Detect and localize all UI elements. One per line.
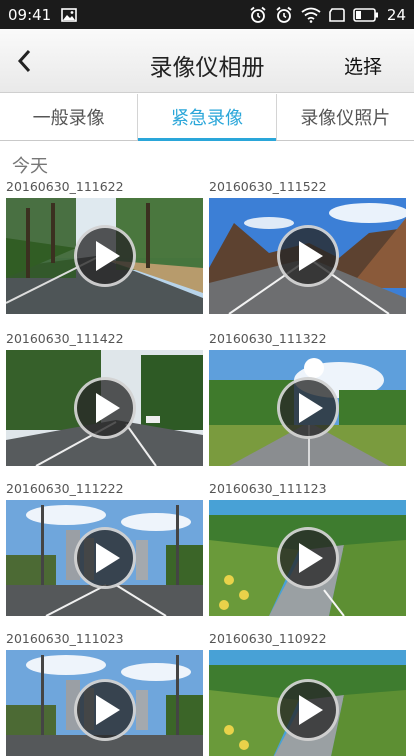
video-item[interactable]: 20160630_111622 xyxy=(6,178,203,314)
play-icon[interactable] xyxy=(276,225,339,287)
video-thumbnail[interactable] xyxy=(209,350,406,466)
video-name: 20160630_111123 xyxy=(209,481,327,496)
video-thumbnail[interactable] xyxy=(6,650,203,756)
chevron-left-icon xyxy=(17,49,31,73)
nav-bar: 录像仪相册 选择 xyxy=(0,29,414,93)
section-header: 今天 xyxy=(12,156,48,177)
select-button[interactable]: 选择 xyxy=(344,52,382,79)
battery-icon xyxy=(353,7,379,22)
tab-emergency-recording[interactable]: 紧急录像 xyxy=(138,94,277,141)
status-time: 09:41 xyxy=(8,5,52,24)
image-icon xyxy=(61,7,78,22)
play-icon[interactable] xyxy=(276,679,339,741)
video-name: 20160630_111522 xyxy=(209,179,327,194)
video-name: 20160630_110922 xyxy=(209,631,327,646)
alarm-clock-icon xyxy=(249,6,267,24)
video-name: 20160630_111322 xyxy=(209,331,327,346)
play-icon[interactable] xyxy=(73,225,136,287)
video-item[interactable]: 20160630_111023 xyxy=(6,630,203,756)
video-name: 20160630_111422 xyxy=(6,331,124,346)
video-thumbnail[interactable] xyxy=(6,198,203,314)
video-thumbnail[interactable] xyxy=(209,198,406,314)
video-thumbnail[interactable] xyxy=(6,500,203,616)
back-button[interactable] xyxy=(10,47,38,75)
sim-card-icon xyxy=(329,7,345,22)
video-thumbnail[interactable] xyxy=(6,350,203,466)
video-item[interactable]: 20160630_111322 xyxy=(209,330,406,466)
tab-recorder-photos[interactable]: 录像仪照片 xyxy=(277,94,414,140)
play-icon[interactable] xyxy=(276,377,339,439)
video-item[interactable]: 20160630_110922 xyxy=(209,630,406,756)
video-item[interactable]: 20160630_111123 xyxy=(209,480,406,616)
alarm-clock-icon xyxy=(275,6,293,24)
play-icon[interactable] xyxy=(73,527,136,589)
video-thumbnail[interactable] xyxy=(209,500,406,616)
play-icon[interactable] xyxy=(276,527,339,589)
wifi-icon xyxy=(301,7,321,23)
video-name: 20160630_111023 xyxy=(6,631,124,646)
battery-level: 24 xyxy=(386,5,406,24)
play-icon[interactable] xyxy=(73,679,136,741)
status-bar: 09:41 24 xyxy=(0,0,414,29)
video-thumbnail[interactable] xyxy=(209,650,406,756)
video-name: 20160630_111622 xyxy=(6,179,124,194)
video-item[interactable]: 20160630_111522 xyxy=(209,178,406,314)
play-icon[interactable] xyxy=(73,377,136,439)
tab-bar: 一般录像 紧急录像 录像仪照片 xyxy=(0,94,414,141)
video-item[interactable]: 20160630_111422 xyxy=(6,330,203,466)
tab-normal-recording[interactable]: 一般录像 xyxy=(0,94,139,140)
video-item[interactable]: 20160630_111222 xyxy=(6,480,203,616)
video-name: 20160630_111222 xyxy=(6,481,124,496)
